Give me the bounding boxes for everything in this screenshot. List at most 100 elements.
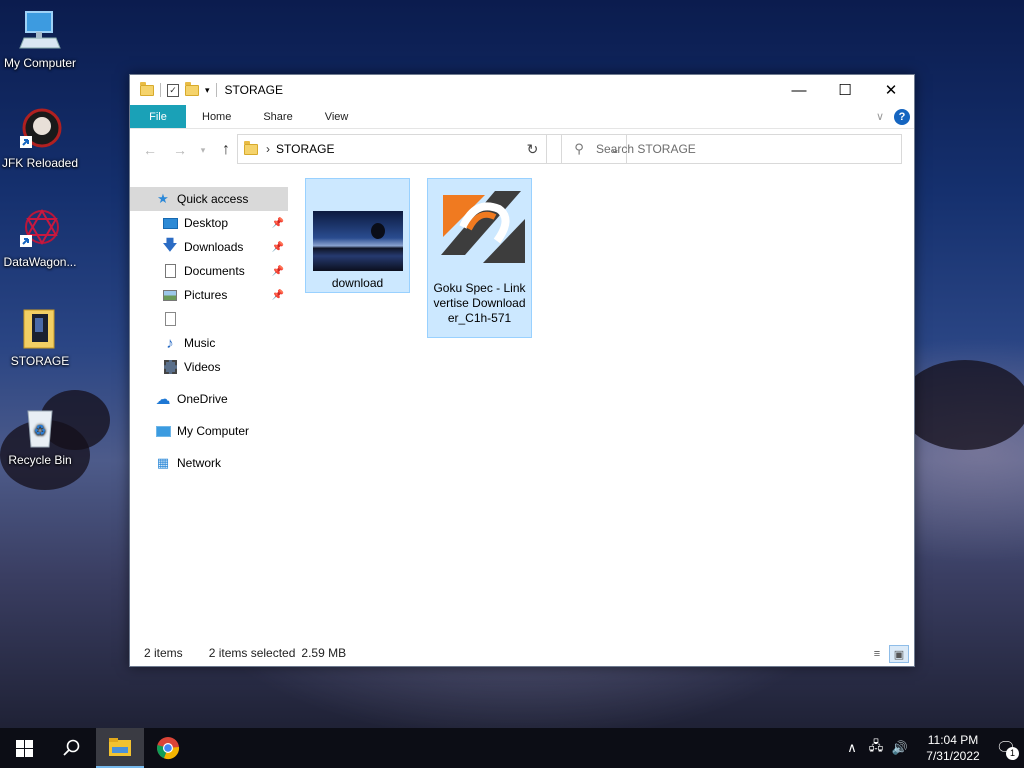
desktop-icon-datawagon[interactable]: DataWagon... — [0, 207, 80, 269]
back-arrow-icon[interactable]: ← — [138, 142, 162, 158]
breadcrumb-chevron-icon[interactable]: › — [266, 142, 270, 156]
blank-file-icon — [162, 311, 178, 327]
jfk-reloaded-shortcut-icon — [18, 108, 62, 152]
file-item[interactable]: Goku Spec - Linkvertise Downloader_C1h-5… — [427, 178, 532, 338]
view-switcher: ≡ ▣ — [867, 645, 909, 663]
minimize-button[interactable]: — — [776, 75, 822, 105]
window-title: STORAGE — [224, 83, 283, 97]
desktop-icon-recycle-bin[interactable]: ♻ Recycle Bin — [0, 405, 80, 467]
status-bar: 2 items 2 items selected 2.59 MB — [130, 640, 914, 666]
nav-item-music[interactable]: ♪ Music — [130, 331, 288, 355]
file-explorer-icon — [109, 738, 131, 756]
datawagon-shortcut-icon — [18, 207, 62, 251]
clock-time: 11:04 PM — [927, 733, 979, 747]
file-explorer-window[interactable]: ✓ ▾ STORAGE — ☐ ✕ File Home Share View ∨… — [129, 74, 915, 667]
nav-item-label: My Computer — [177, 424, 250, 438]
nav-item-label: Network — [177, 456, 222, 470]
details-view-icon[interactable]: ≡ — [867, 645, 887, 663]
desktop-icon — [162, 215, 178, 231]
desktop-icon-label: My Computer — [3, 56, 77, 70]
star-icon: ★ — [157, 191, 169, 206]
pin-icon[interactable]: 📌 — [272, 266, 284, 277]
file-explorer-taskbar-button[interactable] — [96, 728, 144, 768]
taskbar: ∧ 🖧 🔊 11:04 PM 7/31/2022 🗨 1 — [0, 728, 1024, 768]
pictures-icon — [162, 287, 178, 303]
desktop-icon-storage[interactable]: STORAGE — [0, 306, 80, 368]
desktop-icon-my-computer[interactable]: My Computer — [0, 8, 80, 70]
customize-toolbar-dropdown-icon[interactable]: ▾ — [205, 85, 210, 96]
ribbon-tabs: File Home Share View ∨ ? — [130, 105, 914, 129]
nav-item-onedrive[interactable]: ☁ OneDrive — [130, 387, 288, 411]
folder-icon — [18, 306, 62, 350]
selection-count: 2 items selected — [208, 646, 296, 660]
tab-view[interactable]: View — [309, 105, 365, 128]
large-icons-view-icon[interactable]: ▣ — [889, 645, 909, 663]
clock-date: 7/31/2022 — [926, 749, 980, 763]
file-item[interactable]: download — [305, 178, 410, 293]
expand-ribbon-chevron-icon[interactable]: ∨ — [876, 110, 884, 123]
svg-text:♻: ♻ — [34, 422, 47, 438]
recycle-bin-icon: ♻ — [18, 405, 62, 449]
divider — [160, 83, 161, 97]
nav-item-blank[interactable] — [130, 307, 288, 331]
pin-icon[interactable]: 📌 — [272, 290, 284, 301]
search-icon — [63, 739, 80, 756]
app-logo-icon — [435, 185, 525, 277]
nav-item-downloads[interactable]: 🡇 Downloads 📌 — [130, 235, 288, 259]
chrome-taskbar-button[interactable] — [144, 728, 192, 768]
background-tree — [900, 360, 1024, 450]
close-button[interactable]: ✕ — [868, 75, 914, 105]
properties-icon[interactable]: ✓ — [167, 83, 179, 97]
nav-item-label: OneDrive — [177, 392, 228, 406]
nav-item-pictures[interactable]: Pictures 📌 — [130, 283, 288, 307]
file-name: download — [331, 276, 384, 290]
nav-item-videos[interactable]: Videos — [130, 355, 288, 379]
new-folder-icon[interactable] — [185, 81, 199, 96]
network-icon: ▦ — [156, 455, 170, 470]
network-icon[interactable]: 🖧 — [864, 737, 888, 759]
music-note-icon: ♪ — [166, 334, 174, 352]
nav-item-desktop[interactable]: Desktop 📌 — [130, 211, 288, 235]
desktop-icon-jfk-reloaded[interactable]: JFK Reloaded — [0, 108, 80, 170]
desktop-icon-label: JFK Reloaded — [1, 156, 79, 170]
nav-item-quick-access[interactable]: ★ Quick access — [130, 187, 288, 211]
nav-item-my-computer[interactable]: My Computer — [130, 419, 288, 443]
desktop-icon-label: STORAGE — [10, 354, 70, 368]
desktop-icon-label: DataWagon... — [3, 255, 77, 269]
selection-size: 2.59 MB — [301, 646, 347, 660]
monitor-icon — [18, 8, 62, 52]
help-icon[interactable]: ? — [894, 108, 910, 125]
search-icon: ⚲ — [574, 141, 584, 156]
action-center-button[interactable]: 🗨 1 — [988, 728, 1024, 768]
nav-item-documents[interactable]: Documents 📌 — [130, 259, 288, 283]
nav-item-network[interactable]: ▦ Network — [130, 451, 288, 475]
search-button[interactable] — [48, 728, 96, 768]
volume-icon[interactable]: 🔊 — [888, 740, 912, 756]
quick-access-toolbar: ✓ ▾ — [130, 81, 217, 97]
recent-locations-chevron-icon[interactable]: ▾ — [198, 145, 208, 156]
search-input[interactable]: ⚲ Search STORAGE — [561, 134, 902, 164]
nav-item-label: Music — [184, 336, 216, 350]
document-icon — [162, 263, 178, 279]
nav-item-label: Pictures — [184, 288, 228, 302]
up-arrow-icon[interactable]: ↑ — [214, 141, 238, 159]
tab-home[interactable]: Home — [186, 105, 247, 128]
nav-item-label: Documents — [184, 264, 245, 278]
breadcrumb[interactable]: STORAGE — [276, 142, 334, 156]
refresh-button[interactable]: ↻ — [519, 134, 547, 164]
pin-icon[interactable]: 📌 — [272, 218, 284, 229]
maximize-button[interactable]: ☐ — [822, 75, 868, 105]
download-arrow-icon: 🡇 — [162, 236, 178, 254]
chrome-icon — [157, 737, 180, 760]
file-name: Goku Spec - Linkvertise Downloader_C1h-5… — [433, 281, 526, 325]
search-placeholder: Search STORAGE — [596, 142, 696, 156]
title-bar[interactable]: ✓ ▾ STORAGE — ☐ ✕ — [130, 75, 914, 105]
tab-file[interactable]: File — [130, 105, 186, 128]
system-tray: ∧ 🖧 🔊 11:04 PM 7/31/2022 🗨 1 — [840, 728, 1024, 768]
tab-share[interactable]: Share — [247, 105, 308, 128]
clock[interactable]: 11:04 PM 7/31/2022 — [918, 732, 988, 764]
pin-icon[interactable]: 📌 — [272, 242, 284, 253]
start-button[interactable] — [0, 728, 48, 768]
forward-arrow-icon[interactable]: → — [168, 142, 192, 158]
show-hidden-icons-chevron-icon[interactable]: ∧ — [840, 740, 864, 756]
